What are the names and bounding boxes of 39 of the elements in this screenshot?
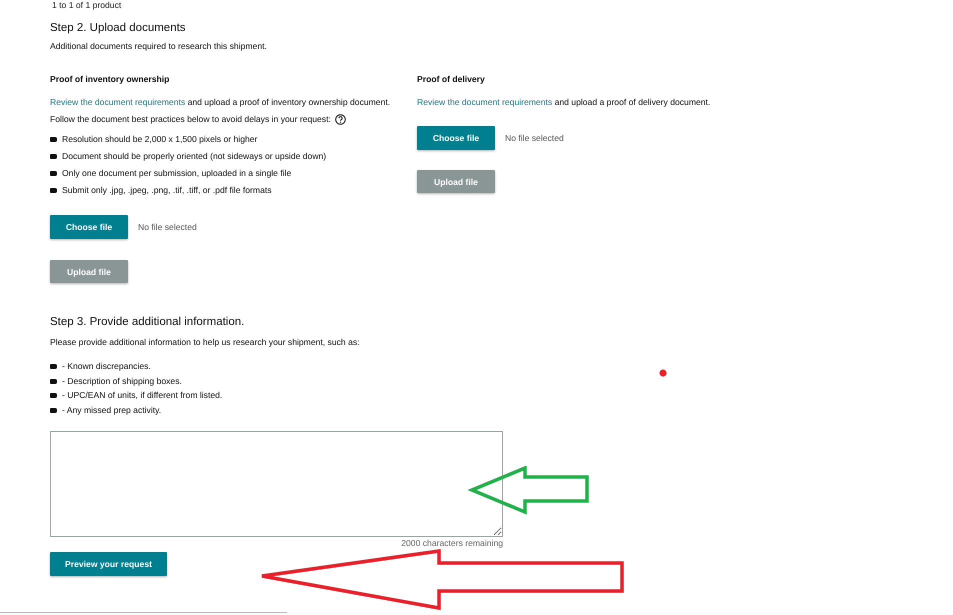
- requirements-link[interactable]: Review the document requirements: [50, 97, 186, 107]
- upload-file-button[interactable]: Upload file: [50, 260, 128, 283]
- bullet-icon: [50, 364, 57, 369]
- results-count: 1 to 1 of 1 product: [51, 0, 122, 10]
- step-description: Please provide additional information to help us research your shipment, such as:: [50, 336, 361, 348]
- bullet-icon: [50, 408, 57, 413]
- info-item: - UPC/EAN of units, if different from listed.: [62, 389, 222, 402]
- requirements-link[interactable]: Review the document requirements: [417, 97, 552, 107]
- bullet-icon: [50, 393, 57, 398]
- requirements-text: Review the document requirements and upload a proof of inventory ownership document.: [50, 96, 390, 108]
- file-status: No file selected: [138, 222, 197, 232]
- section-heading: Proof of inventory ownership: [50, 73, 170, 85]
- info-item: - Known discrepancies.: [62, 360, 151, 373]
- preview-request-button[interactable]: Preview your request: [50, 552, 167, 576]
- info-item: - Any missed prep activity.: [62, 404, 162, 418]
- bullet-icon: [50, 188, 57, 193]
- info-item: - Description of shipping boxes.: [62, 374, 182, 388]
- bullet-icon: [50, 154, 57, 159]
- upload-file-button[interactable]: Upload file: [417, 170, 495, 193]
- practice-item: Submit only .jpg, .jpeg, .png, .tif, .tiff, or .pdf file formats: [62, 184, 272, 197]
- practice-item: Only one document per submission, uploaded in a single file: [62, 167, 292, 180]
- section-heading: Proof of delivery: [417, 73, 485, 85]
- step-heading: Step 3. Provide additional information.: [50, 315, 246, 329]
- requirements-text: Review the document requirements and upload a proof of delivery document.: [417, 96, 710, 108]
- bullet-icon: [50, 378, 57, 384]
- bullet-icon: [50, 171, 57, 176]
- practice-item: Resolution should be 2,000 x 1,500 pixels or higher: [62, 133, 258, 146]
- help-icon[interactable]: [334, 114, 346, 124]
- character-counter: 2000 characters remaining: [400, 538, 503, 548]
- choose-file-button[interactable]: Choose file: [50, 215, 128, 239]
- choose-file-button[interactable]: Choose file: [417, 126, 495, 150]
- additional-info-field[interactable]: [50, 430, 503, 537]
- step-heading: Step 2. Upload documents: [50, 21, 187, 35]
- bullet-icon: [50, 137, 57, 142]
- practice-item: Document should be properly oriented (not sideways or upside down): [62, 150, 326, 163]
- step-description: Additional documents required to research this shipment.: [50, 40, 268, 52]
- practices-text: Follow the document best practices below to avoid delays in your request:: [50, 113, 331, 125]
- annotation-dot: [659, 369, 667, 377]
- file-status: No file selected: [505, 133, 564, 143]
